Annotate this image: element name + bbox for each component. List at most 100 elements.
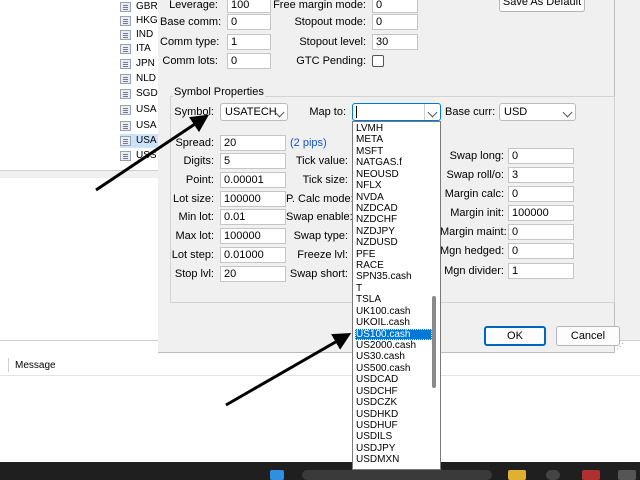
dropdown-option[interactable]: UKOIL.cash xyxy=(355,317,432,328)
stop-lvl-input[interactable]: 20 xyxy=(220,266,286,282)
leverage-input[interactable]: 100 xyxy=(227,0,271,13)
swap-type-label: Swap type: xyxy=(293,230,348,242)
dropdown-option[interactable]: USDCAD xyxy=(355,374,432,385)
dropdown-option[interactable]: USDMXN xyxy=(355,454,432,465)
dropdown-option[interactable]: USDJPY xyxy=(355,443,432,454)
dropdown-option[interactable]: USDCHF xyxy=(355,386,432,397)
comm-type-label: Comm type: xyxy=(160,36,220,48)
base-curr-value: USD xyxy=(504,106,528,118)
dropdown-option[interactable]: PFE xyxy=(355,249,432,260)
dropdown-option[interactable]: US500.cash xyxy=(355,363,432,374)
spread-input[interactable]: 20 xyxy=(220,135,286,151)
dropdown-option[interactable]: USDILS xyxy=(355,431,432,442)
symbol-label: Symbol: xyxy=(174,106,214,118)
symbol-list-item[interactable]: JPN xyxy=(120,57,160,71)
cancel-button[interactable]: Cancel xyxy=(556,326,620,346)
dropdown-option[interactable]: NATGAS.f xyxy=(355,157,432,168)
mgn-hedged-input[interactable]: 0 xyxy=(508,243,574,259)
swap-long-input[interactable]: 0 xyxy=(508,148,574,164)
comm-lots-label: Comm lots: xyxy=(162,55,218,67)
dropdown-option-highlighted[interactable]: US100.cash xyxy=(355,328,432,340)
base-comm-input[interactable]: 0 xyxy=(227,14,271,30)
lot-size-label: Lot size: xyxy=(173,193,214,205)
base-curr-select[interactable]: USD xyxy=(499,103,576,121)
symbol-list-item[interactable]: ITA xyxy=(120,42,160,56)
taskbar xyxy=(0,462,640,480)
message-column-header[interactable]: Message xyxy=(15,360,56,371)
dropdown-option[interactable]: NZDUSD xyxy=(355,237,432,248)
app-icon[interactable] xyxy=(618,470,636,480)
dropdown-option[interactable]: NFLX xyxy=(355,180,432,191)
p-calc-mode-label: P. Calc mode: xyxy=(286,193,354,205)
gtc-pending-checkbox[interactable] xyxy=(372,55,384,67)
margin-calc-label: Margin calc: xyxy=(444,188,504,200)
lot-size-input[interactable]: 100000 xyxy=(220,191,286,207)
resize-grip-icon[interactable]: ⋰ xyxy=(616,343,624,351)
symbol-icon xyxy=(120,151,131,161)
file-explorer-icon[interactable] xyxy=(508,470,526,480)
min-lot-input[interactable]: 0.01 xyxy=(220,209,286,225)
symbol-select[interactable]: USATECH xyxy=(220,103,288,121)
symbol-list-item[interactable]: NLD xyxy=(120,72,160,86)
dropdown-option[interactable]: MSFT xyxy=(355,146,432,157)
dropdown-option[interactable]: TSLA xyxy=(355,294,432,305)
dropdown-option[interactable]: US2000.cash xyxy=(355,340,432,351)
margin-calc-input[interactable]: 0 xyxy=(508,186,574,202)
column-divider[interactable] xyxy=(8,358,9,372)
mail-icon[interactable] xyxy=(582,470,600,480)
stopout-mode-input[interactable]: 0 xyxy=(372,14,418,30)
dropdown-option[interactable]: SPN35.cash xyxy=(355,271,432,282)
dropdown-option[interactable]: NEOUSD xyxy=(355,169,432,180)
start-icon[interactable] xyxy=(270,470,284,480)
symbol-list-item[interactable]: USS xyxy=(120,149,160,163)
dropdown-scrollbar-thumb[interactable] xyxy=(432,296,436,388)
symbol-list-item[interactable]: USA xyxy=(120,103,160,117)
dropdown-option[interactable]: NZDCHF xyxy=(355,214,432,225)
margin-init-input[interactable]: 100000 xyxy=(508,205,574,221)
swap-roll-input[interactable]: 3 xyxy=(508,167,574,183)
symbol-icon xyxy=(120,2,131,12)
stopout-level-input[interactable]: 30 xyxy=(372,34,418,50)
leverage-label: Leverage: xyxy=(169,0,218,11)
free-margin-mode-input[interactable]: 0 xyxy=(372,0,418,13)
digits-input[interactable]: 5 xyxy=(220,153,286,169)
dropdown-option[interactable]: USDCZK xyxy=(355,397,432,408)
symbol-list-item-selected[interactable]: USA xyxy=(120,134,160,148)
max-lot-input[interactable]: 100000 xyxy=(220,228,286,244)
log-header: Message xyxy=(0,355,640,376)
margin-maint-input[interactable]: 0 xyxy=(508,224,574,240)
dropdown-option[interactable]: LVMH xyxy=(355,123,432,134)
dropdown-option[interactable]: META xyxy=(355,134,432,145)
dropdown-option[interactable]: RACE xyxy=(355,260,432,271)
dropdown-option[interactable]: UK100.cash xyxy=(355,306,432,317)
ok-button[interactable]: OK xyxy=(484,326,546,346)
dropdown-option[interactable]: NZDJPY xyxy=(355,226,432,237)
point-input[interactable]: 0.00001 xyxy=(220,172,286,188)
symbol-list-item[interactable]: IND xyxy=(120,28,160,42)
save-as-default-button[interactable]: Save As Default xyxy=(499,0,585,12)
dropdown-option[interactable]: T xyxy=(355,283,432,294)
symbol-list-item[interactable]: USA xyxy=(120,119,160,133)
mgn-divider-input[interactable]: 1 xyxy=(508,263,574,279)
dropdown-option[interactable]: NZDCAD xyxy=(355,203,432,214)
taskbar-search[interactable] xyxy=(302,470,492,480)
swap-short-label: Swap short: xyxy=(289,268,348,280)
browser-icon[interactable] xyxy=(546,470,560,480)
base-comm-label: Base comm: xyxy=(160,16,222,28)
symbol-list-item[interactable]: SGD xyxy=(120,87,160,101)
tick-size-label: Tick size: xyxy=(302,174,348,186)
spread-label: Spread: xyxy=(175,137,214,149)
symbol-icon xyxy=(120,30,131,40)
symbol-list-item[interactable]: HKG xyxy=(120,14,160,28)
stopout-mode-label: Stopout mode: xyxy=(294,16,366,28)
map-to-select[interactable] xyxy=(352,103,441,121)
lot-step-input[interactable]: 0.01000 xyxy=(220,247,286,263)
comm-lots-input[interactable]: 0 xyxy=(227,53,271,69)
dropdown-option[interactable]: NVDA xyxy=(355,192,432,203)
symbol-list-item[interactable]: GBR xyxy=(120,0,160,14)
comm-type-input[interactable]: 1 xyxy=(227,34,271,50)
dropdown-option[interactable]: US30.cash xyxy=(355,351,432,362)
dropdown-option[interactable]: USDHUF xyxy=(355,420,432,431)
dropdown-option[interactable]: USDHKD xyxy=(355,409,432,420)
base-curr-label: Base curr: xyxy=(445,106,496,118)
